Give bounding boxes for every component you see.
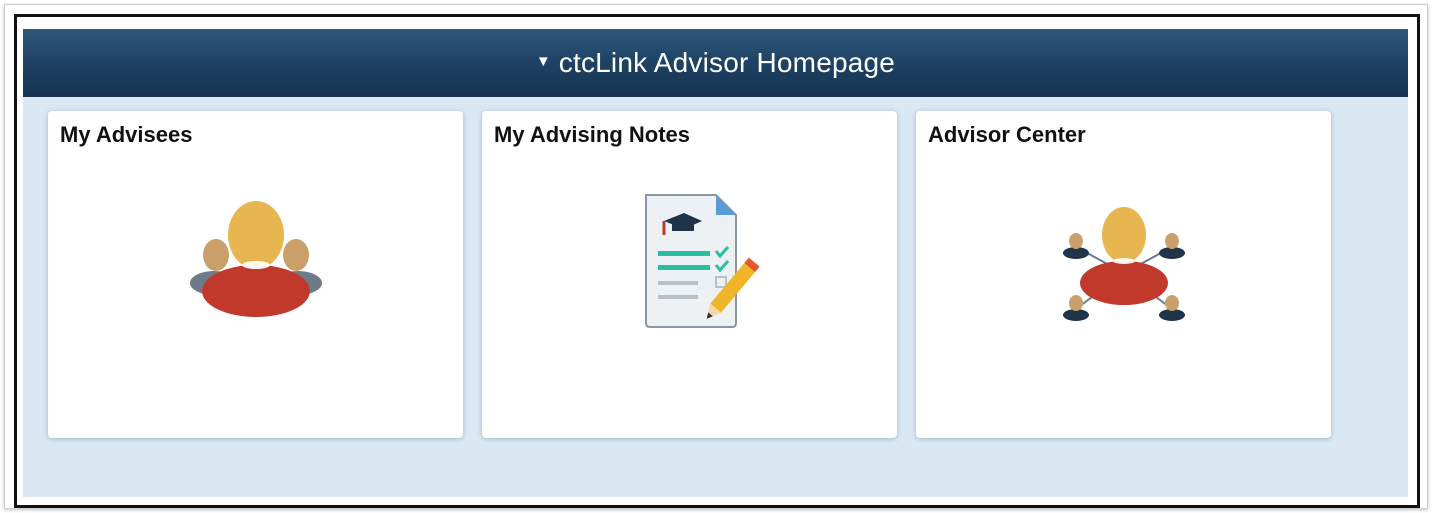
advisees-group-icon xyxy=(189,201,322,317)
tile-title: My Advising Notes xyxy=(494,122,690,147)
tile-my-advising-notes[interactable]: My Advising Notes xyxy=(482,111,897,438)
caret-down-icon: ▼ xyxy=(535,52,551,70)
homepage-title: ctcLink Advisor Homepage xyxy=(558,47,896,78)
homepage-selector-banner[interactable]: ▼ ctcLink Advisor Homepage xyxy=(23,29,1408,97)
advisor-network-icon xyxy=(1062,207,1185,321)
tile-title: Advisor Center xyxy=(928,122,1086,147)
tile-title: My Advisees xyxy=(60,122,193,147)
advising-notes-icon xyxy=(644,194,760,328)
homepage-container: ▼ ctcLink Advisor Homepage My Advisees M… xyxy=(23,29,1408,497)
tile-advisor-center[interactable]: Advisor Center xyxy=(916,111,1331,438)
tile-my-advisees[interactable]: My Advisees xyxy=(48,111,463,438)
